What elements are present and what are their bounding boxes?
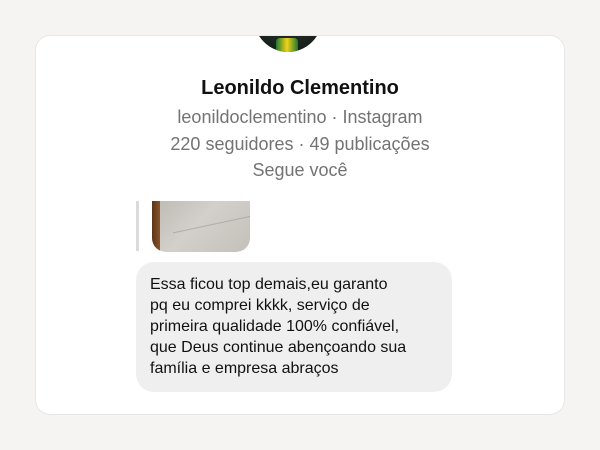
- profile-avatar[interactable]: [254, 36, 322, 52]
- message-text: Essa ficou top demais,eu garanto pq eu c…: [150, 276, 407, 377]
- profile-handle: leonildoclementino · Instagram: [177, 107, 423, 127]
- follow-status: Segue você: [252, 160, 348, 180]
- shared-photo[interactable]: [152, 201, 250, 252]
- message-bubble[interactable]: Essa ficou top demais,eu garanto pq eu c…: [136, 262, 452, 392]
- photo-tile-detail: [172, 213, 250, 234]
- chat-card: Leonildo Clementino leonildoclementino ·…: [36, 36, 564, 414]
- reply-indicator-bar: [136, 201, 139, 251]
- profile-stats: 220 seguidores · 49 publicações: [170, 134, 430, 154]
- photo-door-detail: [152, 201, 160, 252]
- avatar-flag-detail: [276, 38, 298, 52]
- profile-name[interactable]: Leonildo Clementino: [36, 77, 564, 100]
